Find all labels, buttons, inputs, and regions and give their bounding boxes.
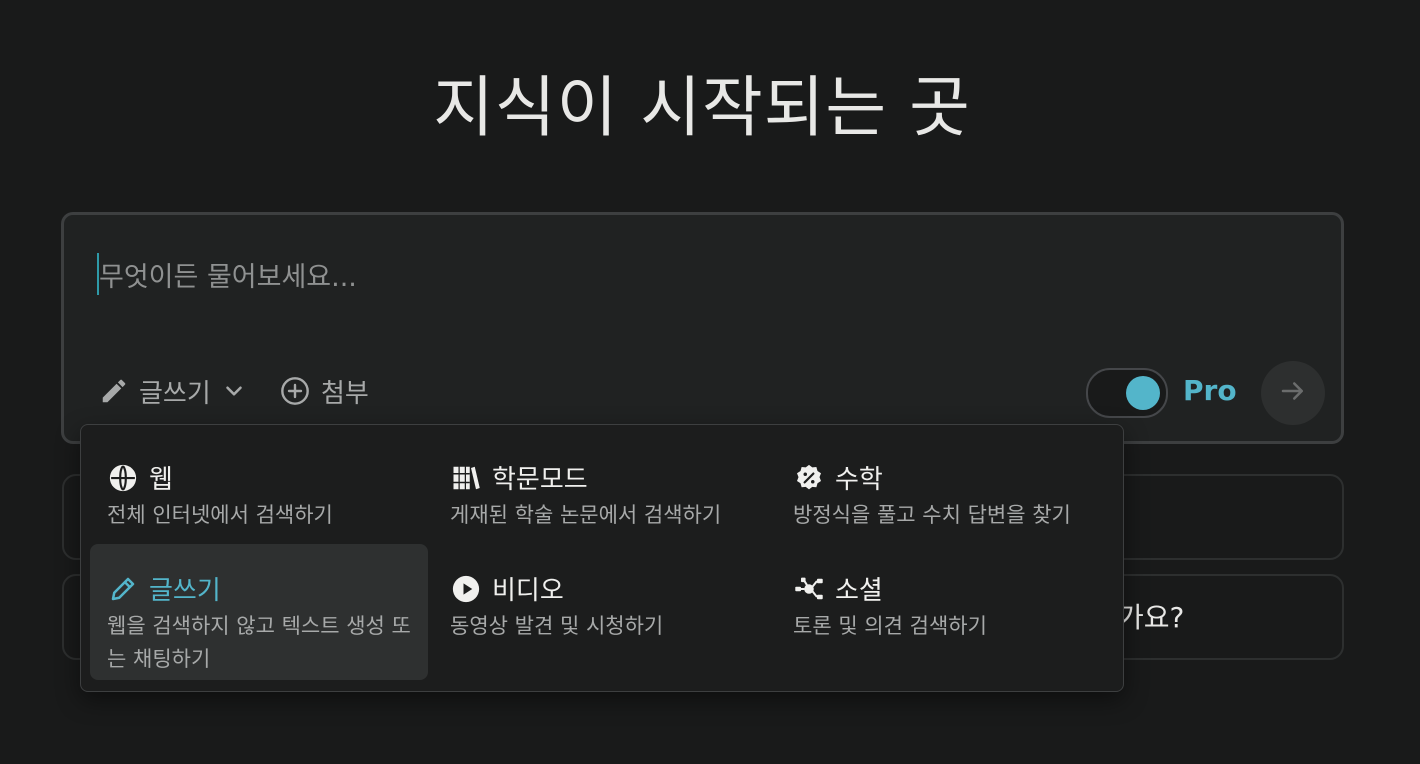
attach-label: 첨부	[321, 378, 369, 409]
option-title: 글쓰기	[149, 576, 221, 606]
focus-mode-button[interactable]: 글쓰기	[99, 371, 247, 411]
pencil-icon	[107, 573, 139, 605]
submit-button[interactable]	[1261, 361, 1325, 425]
search-input[interactable]: 무엇이든 물어보세요...	[99, 255, 357, 294]
page-title: 지식이 시작되는 곳	[433, 69, 971, 146]
plus-circle-icon	[279, 375, 311, 407]
option-description: 동영상 발견 및 시청하기	[450, 614, 664, 638]
option-description: 토론 및 의견 검색하기	[793, 614, 987, 638]
option-description: 웹을 검색하지 않고 텍스트 생성 또는 채팅하기	[107, 614, 411, 671]
focus-option-writing[interactable]: 글쓰기 웹을 검색하지 않고 텍스트 생성 또는 채팅하기	[90, 544, 428, 680]
option-title: 비디오	[492, 576, 564, 606]
option-title: 수학	[835, 465, 883, 495]
search-box[interactable]: 무엇이든 물어보세요... 글쓰기 첨부 Pro	[61, 212, 1344, 444]
focus-mode-menu: 웹 전체 인터넷에서 검색하기 학문모드 게재된 학술 논문에서 검색하기 수학…	[80, 424, 1124, 692]
page: 지식이 시작되는 곳 가요? 무엇이든 물어보세요... 글쓰기 첨부 Pro …	[0, 0, 1420, 764]
option-description: 전체 인터넷에서 검색하기	[107, 503, 333, 527]
attach-button[interactable]: 첨부	[279, 371, 369, 411]
toggle-knob	[1126, 376, 1160, 410]
arrow-right-icon	[1278, 376, 1308, 410]
focus-option-video[interactable]: 비디오 동영상 발견 및 시청하기	[433, 544, 771, 680]
library-icon	[450, 462, 482, 494]
focus-option-social[interactable]: 소셜 토론 및 의견 검색하기	[776, 544, 1114, 680]
pro-label: Pro	[1183, 374, 1237, 407]
play-icon	[450, 573, 482, 605]
suggestion-text: 가요?	[1118, 601, 1185, 634]
math-icon	[793, 462, 825, 494]
chevron-down-icon	[221, 378, 247, 404]
option-title: 학문모드	[492, 465, 588, 495]
pencil-icon	[99, 376, 129, 406]
social-icon	[793, 573, 825, 605]
option-title: 소셜	[835, 576, 883, 606]
option-description: 방정식을 풀고 수치 답변을 찾기	[793, 503, 1071, 527]
pro-toggle[interactable]	[1086, 368, 1168, 418]
option-title: 웹	[149, 465, 173, 495]
option-description: 게재된 학술 논문에서 검색하기	[450, 503, 722, 527]
focus-mode-label: 글쓰기	[139, 378, 211, 409]
globe-icon	[107, 462, 139, 494]
